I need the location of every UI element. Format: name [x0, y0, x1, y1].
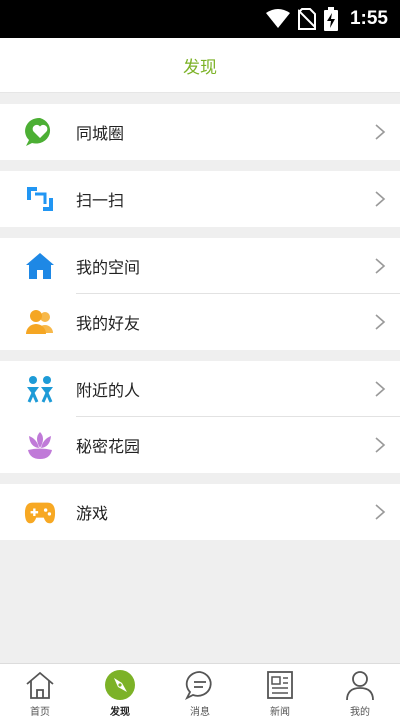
bottom-tab-bar: 首页 发现 消息 新闻 我的 [0, 663, 400, 720]
menu-item-label: 扫一扫 [76, 191, 125, 210]
menu-item-label: 我的空间 [76, 258, 141, 277]
tab-discover[interactable]: 发现 [80, 664, 160, 720]
page-title: 发现 [183, 57, 217, 78]
menu-item-label: 秘密花园 [76, 437, 141, 456]
gamepad-icon [24, 496, 56, 528]
status-time: 1:55 [349, 8, 388, 29]
chevron-right-icon [375, 191, 386, 207]
person-icon [344, 669, 376, 701]
chevron-right-icon [375, 504, 386, 520]
tab-label: 我的 [350, 707, 370, 718]
menu-item-label: 游戏 [76, 504, 109, 523]
wifi-icon [265, 9, 290, 28]
battery-charging-icon [323, 7, 338, 31]
chevron-right-icon [375, 381, 386, 397]
chevron-right-icon [375, 258, 386, 274]
chat-heart-icon [24, 116, 56, 148]
tab-messages[interactable]: 消息 [160, 664, 240, 720]
chevron-right-icon [375, 314, 386, 330]
news-icon [264, 669, 296, 701]
nearby-people-icon [24, 373, 56, 405]
no-sim-icon [297, 8, 316, 30]
menu-item-scan[interactable]: 扫一扫 [0, 171, 400, 227]
scan-icon [24, 183, 56, 215]
tab-me[interactable]: 我的 [320, 664, 400, 720]
tab-label: 新闻 [270, 707, 290, 718]
menu-item-my-friends[interactable]: 我的好友 [0, 294, 400, 350]
title-bar: 发现 [0, 38, 400, 93]
menu-item-my-space[interactable]: 我的空间 [0, 238, 400, 294]
message-icon [184, 669, 216, 701]
compass-icon [104, 669, 136, 701]
friends-icon [24, 306, 56, 338]
menu-item-nearby-people[interactable]: 附近的人 [0, 361, 400, 417]
menu-item-secret-garden[interactable]: 秘密花园 [0, 417, 400, 473]
chevron-right-icon [375, 437, 386, 453]
home-outline-icon [24, 669, 56, 701]
tab-label: 首页 [30, 707, 50, 718]
status-icons: 1:55 [265, 0, 388, 38]
tab-home[interactable]: 首页 [0, 664, 80, 720]
status-bar: 1:55 [0, 0, 400, 38]
tab-label: 消息 [190, 707, 210, 718]
tab-news[interactable]: 新闻 [240, 664, 320, 720]
menu-item-games[interactable]: 游戏 [0, 484, 400, 540]
menu-item-label: 同城圈 [76, 124, 125, 143]
home-icon [24, 250, 56, 282]
menu-item-city-circle[interactable]: 同城圈 [0, 104, 400, 160]
flower-icon [24, 429, 56, 461]
chevron-right-icon [375, 124, 386, 140]
menu-item-label: 我的好友 [76, 314, 141, 333]
menu-item-label: 附近的人 [76, 381, 141, 400]
tab-label: 发现 [110, 707, 130, 718]
